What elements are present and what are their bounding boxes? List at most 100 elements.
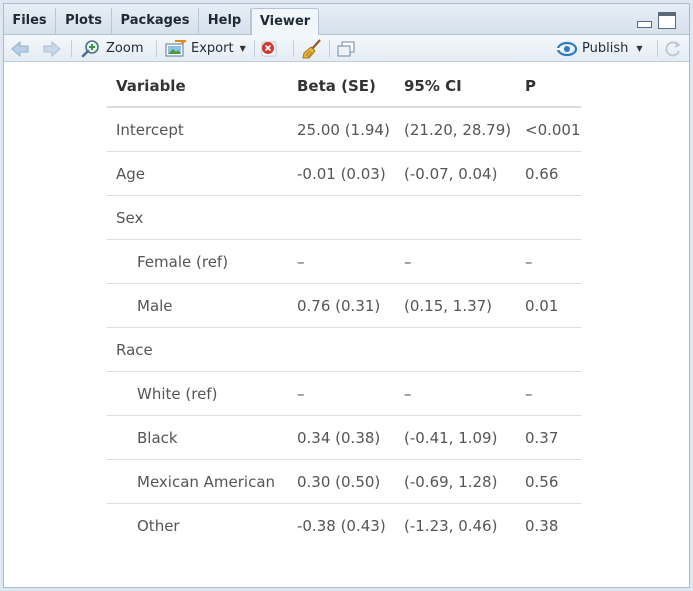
- minimize-pane-button[interactable]: [637, 21, 652, 28]
- column-header-beta: Beta (SE): [288, 65, 395, 108]
- publish-label: Publish: [582, 41, 629, 56]
- toolbar-separator: [254, 40, 255, 57]
- maximize-pane-button[interactable]: [658, 12, 676, 29]
- table-header-row: Variable Beta (SE) 95% CI P: [107, 65, 581, 108]
- broom-icon: [302, 38, 321, 58]
- tab-label: Packages: [120, 13, 190, 28]
- p-cell: –: [516, 239, 581, 284]
- regression-table: Variable Beta (SE) 95% CI P Intercept 25…: [107, 65, 581, 547]
- ci-cell: –: [395, 371, 516, 416]
- viewer-toolbar: Zoom Export ▼ Publish ▼: [4, 35, 689, 62]
- ci-cell: (21.20, 28.79): [395, 107, 516, 152]
- table-row: Black 0.34 (0.38) (-0.41, 1.09) 0.37: [107, 415, 581, 460]
- ci-cell: (0.15, 1.37): [395, 283, 516, 328]
- p-cell: <0.001: [516, 107, 581, 152]
- table-row: Intercept 25.00 (1.94) (21.20, 28.79) <0…: [107, 107, 581, 152]
- beta-cell: –: [288, 371, 395, 416]
- ci-cell: (-0.41, 1.09): [395, 415, 516, 460]
- beta-cell: 0.30 (0.50): [288, 459, 395, 504]
- beta-cell: -0.01 (0.03): [288, 151, 395, 196]
- beta-cell: [288, 195, 395, 240]
- variable-cell: Male: [107, 283, 288, 328]
- export-label: Export: [191, 41, 234, 56]
- pane-tab-bar: Files Plots Packages Help Viewer: [4, 4, 689, 36]
- refresh-button[interactable]: [664, 35, 682, 62]
- column-header-variable: Variable: [107, 65, 288, 108]
- zoom-icon: [81, 39, 99, 57]
- tab-plots[interactable]: Plots: [56, 8, 112, 35]
- variable-cell: White (ref): [107, 371, 288, 416]
- p-cell: 0.66: [516, 151, 581, 196]
- refresh-icon: [665, 40, 681, 56]
- p-cell: [516, 195, 581, 240]
- back-button[interactable]: [10, 35, 30, 62]
- dropdown-caret-icon: ▼: [239, 44, 246, 53]
- tab-files[interactable]: Files: [4, 8, 56, 35]
- publish-menu-button[interactable]: Publish ▼: [556, 35, 643, 62]
- column-header-ci: 95% CI: [395, 65, 516, 108]
- show-in-new-window-button[interactable]: [336, 35, 356, 62]
- popout-icon: [337, 41, 355, 56]
- back-arrow-icon: [11, 40, 29, 57]
- table-row: Other -0.38 (0.43) (-1.23, 0.46) 0.38: [107, 504, 581, 548]
- publish-icon: [556, 41, 578, 56]
- viewer-pane: Files Plots Packages Help Viewer Zoom Ex…: [3, 3, 690, 588]
- clear-icon: [261, 41, 277, 56]
- table-row: Race: [107, 327, 581, 372]
- tab-label: Viewer: [259, 14, 311, 29]
- p-cell: 0.56: [516, 459, 581, 504]
- tab-label: Files: [12, 13, 47, 28]
- variable-cell: Age: [107, 151, 288, 196]
- table-row: Male 0.76 (0.31) (0.15, 1.37) 0.01: [107, 283, 581, 328]
- beta-cell: 0.34 (0.38): [288, 415, 395, 460]
- toolbar-separator: [657, 40, 658, 57]
- forward-button[interactable]: [42, 35, 62, 62]
- beta-cell: 25.00 (1.94): [288, 107, 395, 152]
- zoom-button[interactable]: Zoom: [81, 35, 143, 62]
- p-cell: 0.37: [516, 415, 581, 460]
- toolbar-separator: [71, 40, 72, 57]
- variable-cell: Black: [107, 415, 288, 460]
- dropdown-caret-icon: ▼: [636, 44, 643, 53]
- tab-help[interactable]: Help: [199, 8, 251, 35]
- toolbar-separator: [156, 40, 157, 57]
- tab-label: Plots: [65, 13, 102, 28]
- tab-packages[interactable]: Packages: [112, 8, 199, 35]
- p-cell: 0.38: [525, 516, 559, 535]
- p-cell: –: [516, 371, 581, 416]
- export-icon: [165, 39, 187, 56]
- ci-cell: (-1.23, 0.46): [404, 516, 498, 535]
- toolbar-separator: [329, 40, 330, 57]
- variable-cell: Female (ref): [107, 239, 288, 284]
- variable-cell: Race: [107, 327, 288, 372]
- variable-cell: Mexican American: [107, 459, 288, 504]
- variable-cell: Intercept: [107, 107, 288, 152]
- table-row: Sex: [107, 195, 581, 240]
- clear-all-button[interactable]: [302, 35, 322, 62]
- zoom-label: Zoom: [106, 41, 144, 56]
- beta-cell: –: [288, 239, 395, 284]
- tab-viewer[interactable]: Viewer: [251, 8, 319, 36]
- beta-cell: 0.76 (0.31): [288, 283, 395, 328]
- variable-cell: Other: [137, 516, 180, 535]
- variable-cell: Sex: [107, 195, 288, 240]
- table-row: Age -0.01 (0.03) (-0.07, 0.04) 0.66: [107, 151, 581, 196]
- p-cell: 0.01: [516, 283, 581, 328]
- beta-cell: [288, 327, 395, 372]
- forward-arrow-icon: [43, 40, 61, 57]
- table-row: White (ref) – – –: [107, 371, 581, 416]
- ci-cell: [395, 195, 516, 240]
- ci-cell: (-0.69, 1.28): [395, 459, 516, 504]
- clear-viewer-button[interactable]: [260, 35, 278, 62]
- beta-cell: -0.38 (0.43): [297, 516, 386, 535]
- ci-cell: [395, 327, 516, 372]
- ci-cell: –: [395, 239, 516, 284]
- ci-cell: (-0.07, 0.04): [395, 151, 516, 196]
- toolbar-separator: [293, 40, 294, 57]
- table-row: Female (ref) – – –: [107, 239, 581, 284]
- tab-label: Help: [207, 13, 242, 28]
- viewer-content: Variable Beta (SE) 95% CI P Intercept 25…: [4, 62, 689, 587]
- export-menu-button[interactable]: Export ▼: [165, 35, 246, 62]
- table-row: Mexican American 0.30 (0.50) (-0.69, 1.2…: [107, 459, 581, 504]
- column-header-p: P: [516, 65, 581, 108]
